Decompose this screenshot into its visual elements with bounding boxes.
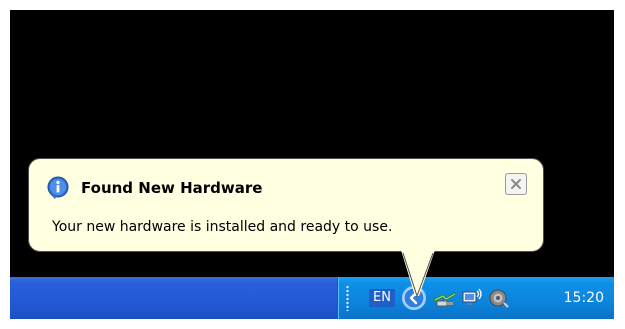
- safely-remove-hardware-icon[interactable]: [433, 286, 457, 310]
- clock[interactable]: 15:20: [564, 288, 604, 308]
- volume-icon[interactable]: [486, 286, 510, 310]
- balloon-tail: [401, 250, 435, 298]
- balloon-title: Found New Hardware: [81, 179, 263, 197]
- network-icon[interactable]: [460, 286, 484, 310]
- taskbar: EN 15:20: [10, 277, 614, 319]
- balloon-message: Your new hardware is installed and ready…: [52, 219, 393, 235]
- language-indicator[interactable]: EN: [369, 289, 395, 307]
- balloon-close-button[interactable]: [505, 173, 527, 195]
- tray-grip: [346, 285, 349, 311]
- balloon-notification[interactable]: Found New Hardware Your new hardware is …: [28, 158, 544, 252]
- close-icon: [511, 179, 521, 189]
- info-icon: [47, 176, 71, 200]
- notification-area: EN 15:20: [337, 277, 614, 319]
